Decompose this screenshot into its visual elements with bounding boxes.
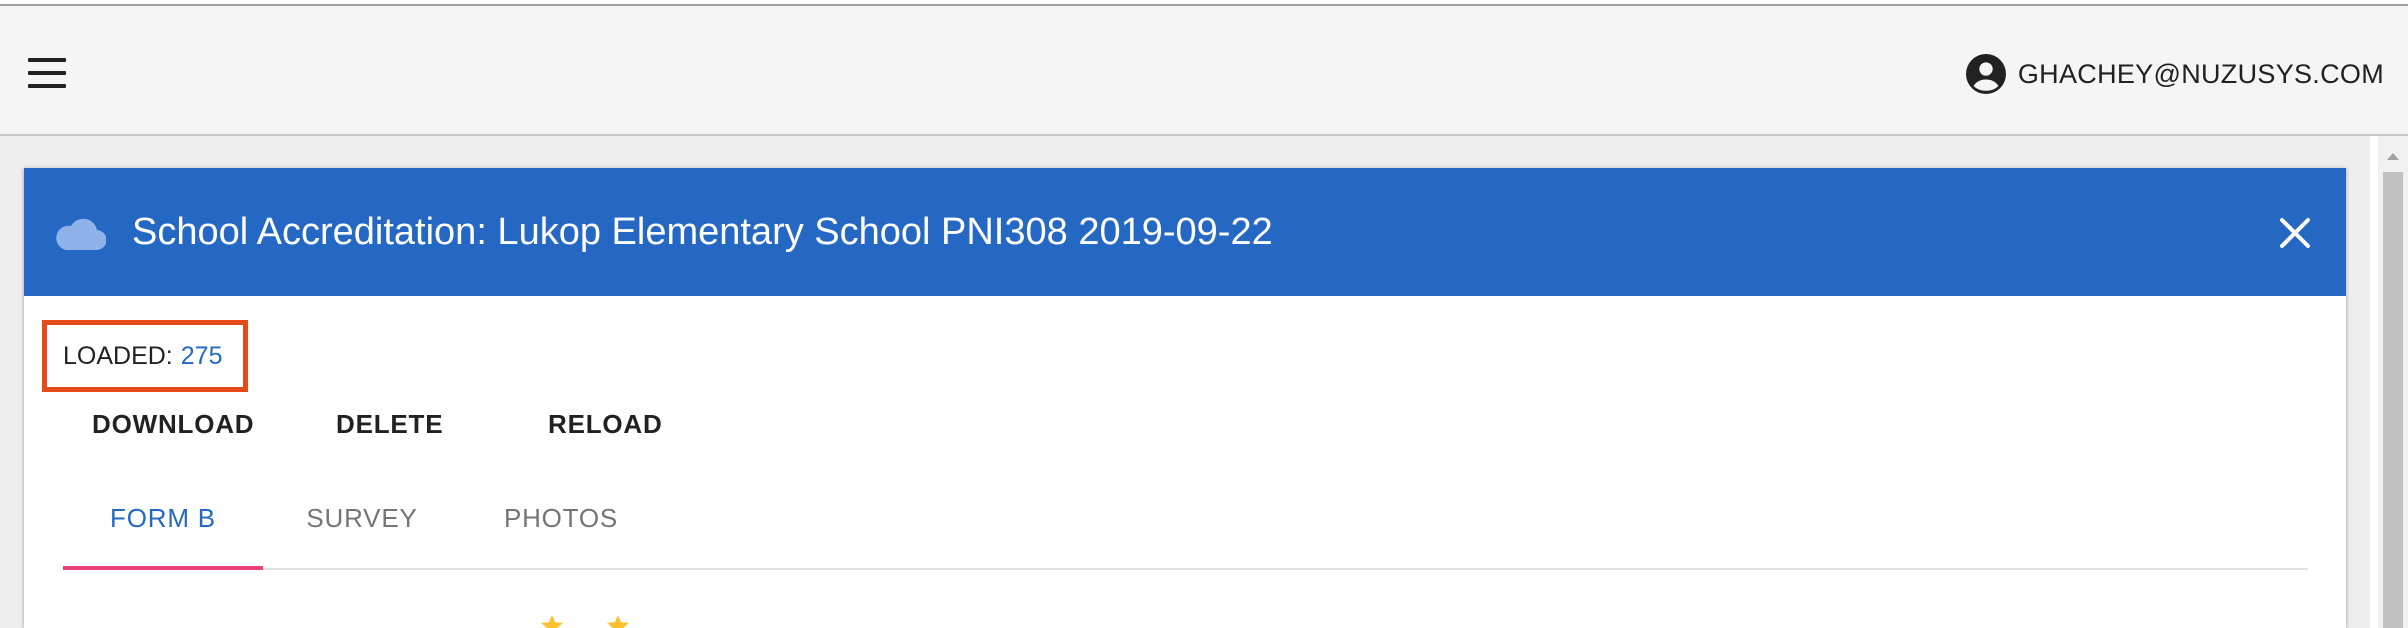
loaded-count: 275 xyxy=(180,341,223,370)
tab-bar: FORM B SURVEY PHOTOS xyxy=(63,490,2308,570)
user-email: GHACHEY@NUZUSYS.COM xyxy=(2017,58,2384,89)
rating-stars xyxy=(540,614,630,628)
loaded-label: LOADED: xyxy=(63,341,173,370)
app-bar: GHACHEY@NUZUSYS.COM xyxy=(0,6,2408,136)
tab-photos[interactable]: PHOTOS xyxy=(461,490,661,568)
hamburger-menu-icon[interactable] xyxy=(28,58,66,88)
tab-form-b[interactable]: FORM B xyxy=(63,490,263,570)
star-icon xyxy=(541,615,563,628)
user-account[interactable]: GHACHEY@NUZUSYS.COM xyxy=(1965,52,2384,96)
cloud-icon xyxy=(56,218,106,250)
tab-survey[interactable]: SURVEY xyxy=(263,490,461,568)
reload-button[interactable]: RELOAD xyxy=(548,404,663,444)
account-circle-icon xyxy=(1965,54,2006,94)
card-title: School Accreditation: Lukop Elementary S… xyxy=(132,211,1273,253)
loaded-status: LOADED: 275 xyxy=(42,320,248,392)
scrollbar-thumb[interactable] xyxy=(2383,172,2403,628)
card-header: School Accreditation: Lukop Elementary S… xyxy=(24,168,2346,296)
delete-button[interactable]: DELETE xyxy=(336,404,443,444)
scroll-up-arrow-icon[interactable] xyxy=(2378,146,2408,166)
close-icon[interactable] xyxy=(2278,216,2312,250)
vertical-scrollbar[interactable] xyxy=(2378,136,2408,628)
download-button[interactable]: DOWNLOAD xyxy=(92,404,254,444)
star-icon xyxy=(607,615,629,628)
